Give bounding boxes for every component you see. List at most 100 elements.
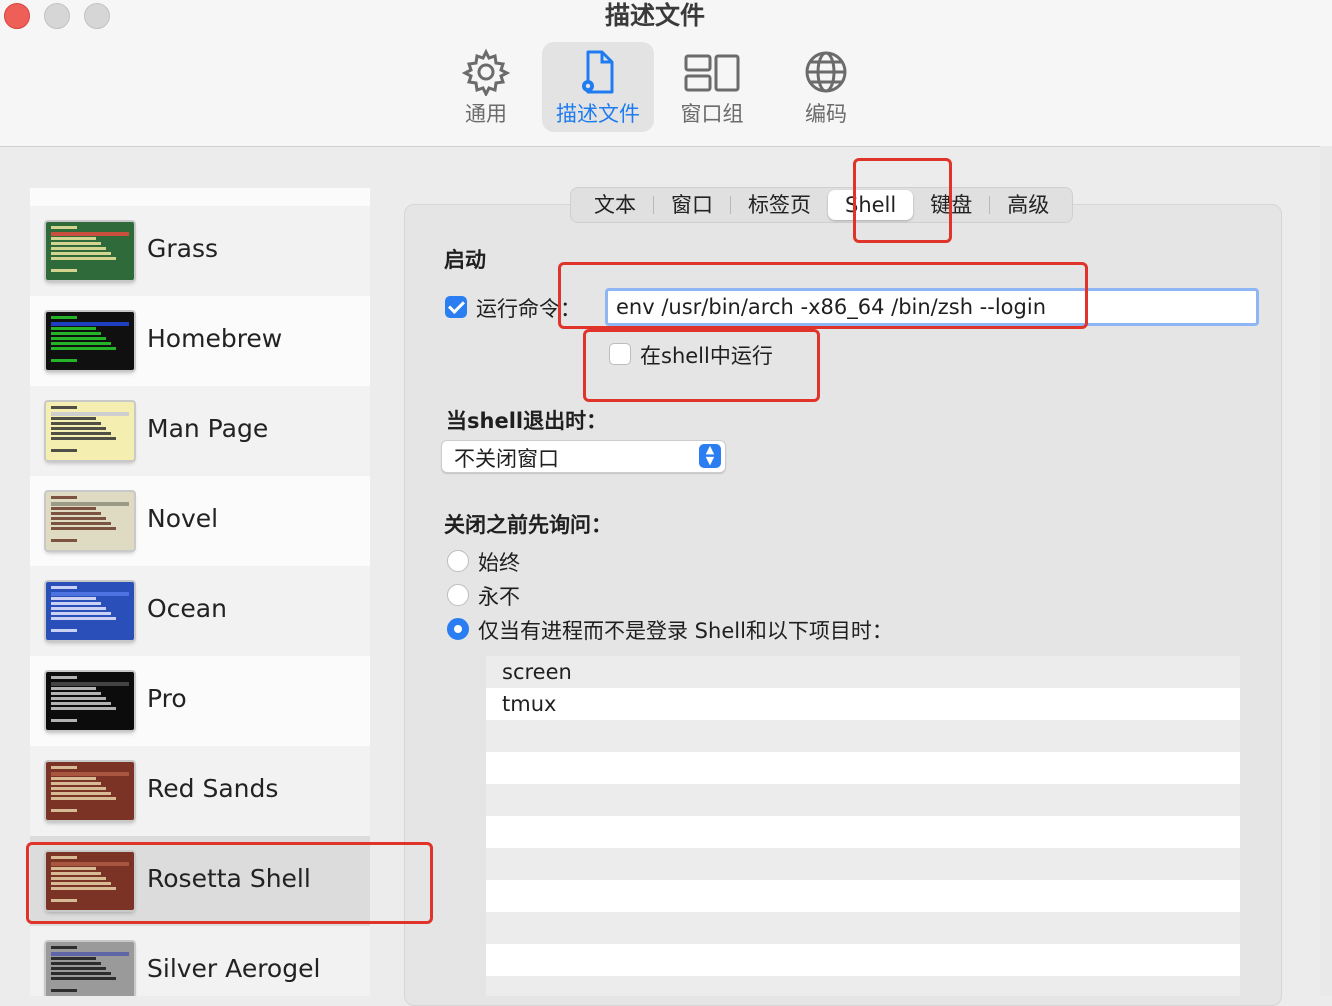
profile-list[interactable]: Grass Homebrew Man Page Novel Ocean Pro Red Sa… xyxy=(30,188,370,996)
thumbnail-text-line xyxy=(51,437,116,440)
thumbnail-text-line xyxy=(51,872,101,875)
on-exit-select[interactable]: 不关闭窗口 ▲ ▼ xyxy=(441,440,726,473)
list-item-empty xyxy=(486,720,1240,752)
list-item[interactable]: tmux xyxy=(486,688,1240,720)
thumbnail-text-line xyxy=(51,406,77,409)
thumbnail-text-line xyxy=(51,676,77,679)
thumbnail-text-line xyxy=(51,617,116,620)
profile-row-partial[interactable] xyxy=(30,188,370,206)
profile-name: Silver Aerogel xyxy=(147,954,321,983)
tab-advanced[interactable]: 高级 xyxy=(990,188,1066,222)
thumbnail-text-line xyxy=(51,257,116,260)
profile-row[interactable]: Man Page xyxy=(30,386,370,476)
profile-thumbnail xyxy=(46,942,134,996)
ask-processes-label: 仅当有进程而不是登录 Shell和以下项目时： xyxy=(478,619,893,643)
profile-row[interactable]: Ocean xyxy=(30,566,370,656)
run-command-label: 运行命令： xyxy=(476,297,581,321)
profile-row[interactable]: Novel xyxy=(30,476,370,566)
thumbnail-text-line xyxy=(51,496,77,499)
thumbnail-text-line xyxy=(51,522,111,525)
thumbnail-text-line xyxy=(51,427,106,430)
run-in-shell-checkbox[interactable] xyxy=(609,343,631,365)
window-title: 描述文件 xyxy=(604,1,705,30)
tab-text[interactable]: 文本 xyxy=(577,188,653,222)
thumbnail-text-line xyxy=(51,629,77,632)
thumbnail-text-line xyxy=(51,269,77,272)
tab-window[interactable]: 窗口 xyxy=(654,188,730,222)
profile-doc-icon xyxy=(582,50,614,94)
tab-keyboard[interactable]: 键盘 xyxy=(913,188,989,222)
thumbnail-text-line xyxy=(51,957,96,960)
tab-tabs[interactable]: 标签页 xyxy=(731,188,828,222)
profile-name: Ocean xyxy=(147,594,227,623)
ask-processes-radio[interactable] xyxy=(447,618,469,640)
profile-thumbnail xyxy=(46,492,134,550)
thumbnail-text-line xyxy=(51,856,77,859)
thumbnail-text-line xyxy=(51,359,77,362)
thumbnail-header-bar xyxy=(51,592,129,596)
window-groups-icon xyxy=(684,54,740,92)
thumbnail-text-line xyxy=(51,877,106,880)
ask-always-label: 始终 xyxy=(478,551,520,575)
thumbnail-text-line xyxy=(51,692,101,695)
on-exit-label: 当shell退出时： xyxy=(446,409,608,433)
profile-thumbnail xyxy=(46,762,134,820)
run-command-checkbox[interactable] xyxy=(445,296,467,318)
toolbar-window-groups[interactable]: 窗口组 xyxy=(656,42,768,132)
thumbnail-text-line xyxy=(51,539,77,542)
process-list[interactable]: screen tmux xyxy=(486,656,1240,996)
ask-never-label: 永不 xyxy=(478,585,520,609)
thumbnail-text-line xyxy=(51,766,77,769)
thumbnail-text-line xyxy=(51,792,111,795)
profile-row[interactable]: Silver Aerogel xyxy=(30,926,370,996)
thumbnail-text-line xyxy=(51,422,101,425)
profile-row[interactable]: Pro xyxy=(30,656,370,746)
ask-never-radio[interactable] xyxy=(447,584,469,606)
toolbar-profiles[interactable]: 描述文件 xyxy=(542,42,654,132)
thumbnail-text-line xyxy=(51,607,106,610)
run-command-input[interactable] xyxy=(605,288,1259,326)
thumbnail-text-line xyxy=(51,242,101,245)
thumbnail-text-line xyxy=(51,887,116,890)
thumbnail-text-line xyxy=(51,237,96,240)
toolbar-encodings-label: 编码 xyxy=(805,102,847,126)
thumbnail-text-line xyxy=(51,809,77,812)
toolbar-general[interactable]: 通用 xyxy=(430,42,542,132)
thumbnail-text-line xyxy=(51,967,106,970)
thumbnail-text-line xyxy=(51,777,96,780)
tab-shell[interactable]: Shell xyxy=(828,190,914,220)
globe-icon xyxy=(805,51,847,93)
profile-thumbnail xyxy=(46,222,134,280)
profile-thumbnail xyxy=(46,312,134,370)
profile-name: Rosetta Shell xyxy=(147,864,311,893)
toolbar-encodings[interactable]: 编码 xyxy=(770,42,882,132)
thumbnail-text-line xyxy=(51,417,96,420)
thumbnail-text-line xyxy=(51,989,77,992)
profile-row[interactable]: Grass xyxy=(30,206,370,296)
toolbar-window-groups-label: 窗口组 xyxy=(680,102,744,126)
thumbnail-header-bar xyxy=(51,412,129,416)
startup-heading: 启动 xyxy=(444,248,486,272)
thumbnail-text-line xyxy=(51,517,106,520)
thumbnail-text-line xyxy=(51,797,116,800)
profile-row[interactable]: Red Sands xyxy=(30,746,370,836)
thumbnail-text-line xyxy=(51,962,101,965)
list-item-empty xyxy=(486,976,1240,996)
thumbnail-header-bar xyxy=(51,502,129,506)
profile-row[interactable]: Rosetta Shell xyxy=(30,836,370,926)
on-exit-select-value: 不关闭窗口 xyxy=(454,447,559,471)
window-scrollbar[interactable] xyxy=(1320,146,1332,996)
thumbnail-text-line xyxy=(51,337,106,340)
thumbnail-text-line xyxy=(51,977,116,980)
thumbnail-text-line xyxy=(51,687,96,690)
thumbnail-header-bar xyxy=(51,772,129,776)
list-item[interactable]: screen xyxy=(486,656,1240,688)
profile-thumbnail xyxy=(46,402,134,460)
profile-row[interactable]: Homebrew xyxy=(30,296,370,386)
toolbar-profiles-label: 描述文件 xyxy=(556,102,640,126)
thumbnail-text-line xyxy=(51,342,111,345)
thumbnail-text-line xyxy=(51,327,96,330)
thumbnail-header-bar xyxy=(51,682,129,686)
ask-always-radio[interactable] xyxy=(447,550,469,572)
thumbnail-text-line xyxy=(51,719,77,722)
